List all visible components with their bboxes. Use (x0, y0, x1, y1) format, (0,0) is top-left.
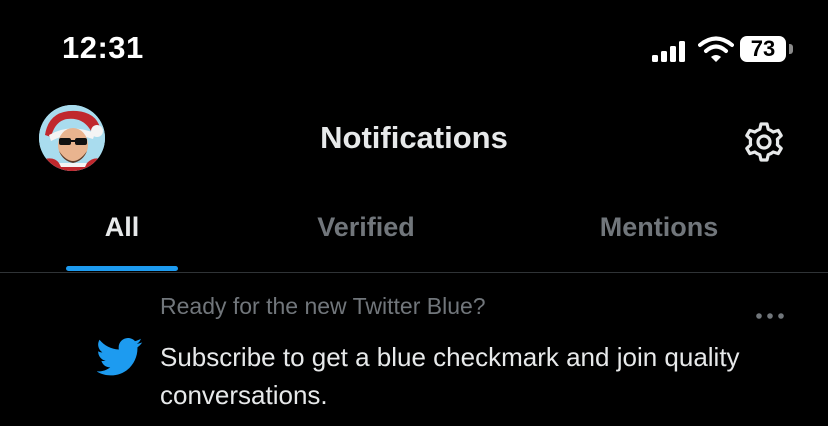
tab-verified[interactable]: Verified (280, 212, 452, 243)
battery-icon: 73 (740, 36, 786, 62)
more-icon[interactable] (752, 306, 788, 326)
wifi-icon (698, 36, 734, 62)
battery-level: 73 (750, 36, 776, 61)
gear-icon[interactable] (742, 120, 786, 164)
notification-body: Subscribe to get a blue checkmark and jo… (160, 342, 740, 410)
battery-cap (789, 44, 793, 54)
tab-all[interactable]: All (66, 212, 178, 243)
twitter-bird-icon (97, 338, 143, 376)
page-title: Notifications (320, 120, 508, 155)
tab-active-indicator (66, 266, 178, 271)
tab-mentions[interactable]: Mentions (566, 212, 752, 243)
signal-icon (652, 41, 685, 62)
notification-subtitle: Ready for the new Twitter Blue? (160, 293, 486, 319)
status-bar: 12:31 73 (0, 0, 828, 100)
status-time: 12:31 (62, 30, 144, 65)
